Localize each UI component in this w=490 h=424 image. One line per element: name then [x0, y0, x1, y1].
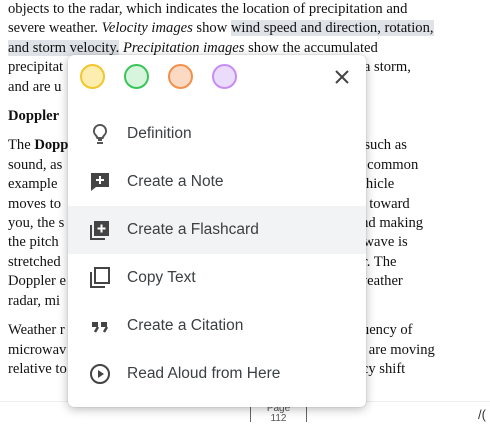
menu-item-label: Create a Citation: [127, 317, 244, 334]
menu-item-copy-text[interactable]: Copy Text: [68, 254, 366, 302]
copy-icon: [90, 267, 110, 288]
text-segment: Doppler e: [8, 273, 66, 290]
text-segment: Dopp: [34, 137, 69, 154]
play-circle-icon: [90, 364, 110, 384]
text-segment: Velocity images: [101, 20, 193, 37]
text-segment: The: [8, 137, 35, 154]
highlight-green-swatch[interactable]: [124, 64, 149, 89]
text-segment: you, the s: [8, 215, 65, 232]
page-number: 112: [270, 413, 287, 424]
highlight-yellow-swatch[interactable]: [80, 64, 105, 89]
text-segment: Weather r: [8, 322, 65, 339]
menu-item-definition[interactable]: Definition: [68, 110, 366, 158]
menu-item-create-citation[interactable]: Create a Citation: [68, 302, 366, 350]
text-segment: microwav: [8, 341, 67, 358]
highlight-purple-swatch[interactable]: [212, 64, 237, 89]
text-segment: stretched: [8, 253, 61, 270]
quote-icon: [92, 322, 109, 333]
text-line: severe weather. Velocity images show win…: [8, 19, 484, 38]
text-segment: show the accumulated: [244, 39, 378, 56]
flashcard-add-icon: [90, 221, 109, 240]
highlight-color-row: [68, 55, 366, 102]
text-segment: precipitat: [8, 59, 64, 76]
menu-item-create-flashcard[interactable]: Create a Flashcard: [68, 206, 366, 254]
corner-glyph: /(: [478, 407, 486, 422]
menu-item-label: Create a Note: [127, 173, 224, 190]
text-segment: example: [8, 176, 58, 193]
text-segment: objects to the radar, which indicates th…: [8, 1, 408, 17]
menu-item-label: Definition: [127, 125, 192, 142]
text-segment: sound, as: [8, 156, 63, 173]
text-segment: radar, mi: [8, 292, 61, 309]
text-segment: severe weather.: [8, 20, 102, 37]
text-segment: relative to: [8, 360, 67, 377]
menu-item-label: Create a Flashcard: [127, 221, 259, 238]
lightbulb-icon: [92, 123, 108, 144]
close-icon: [335, 70, 349, 84]
text-segment: wind speed and direction, rotation,: [230, 20, 434, 37]
menu-item-create-note[interactable]: Create a Note: [68, 158, 366, 206]
text-segment: show: [192, 20, 231, 37]
menu-item-label: Copy Text: [127, 269, 196, 286]
text-segment: the pitch: [8, 234, 59, 251]
text-segment: Precipitation images: [122, 39, 245, 56]
context-menu: Definition Create a Note Create a Flashc…: [68, 55, 366, 407]
text-segment: and are u: [8, 78, 62, 95]
text-segment: moves to: [8, 195, 62, 212]
highlight-orange-swatch[interactable]: [168, 64, 193, 89]
menu-item-label: Read Aloud from Here: [127, 365, 281, 382]
close-button[interactable]: [330, 65, 354, 89]
note-add-icon: [91, 173, 109, 191]
text-line: objects to the radar, which indicates th…: [8, 0, 484, 19]
text-segment: and storm velocity.: [8, 39, 120, 56]
menu-item-read-aloud[interactable]: Read Aloud from Here: [68, 350, 366, 398]
